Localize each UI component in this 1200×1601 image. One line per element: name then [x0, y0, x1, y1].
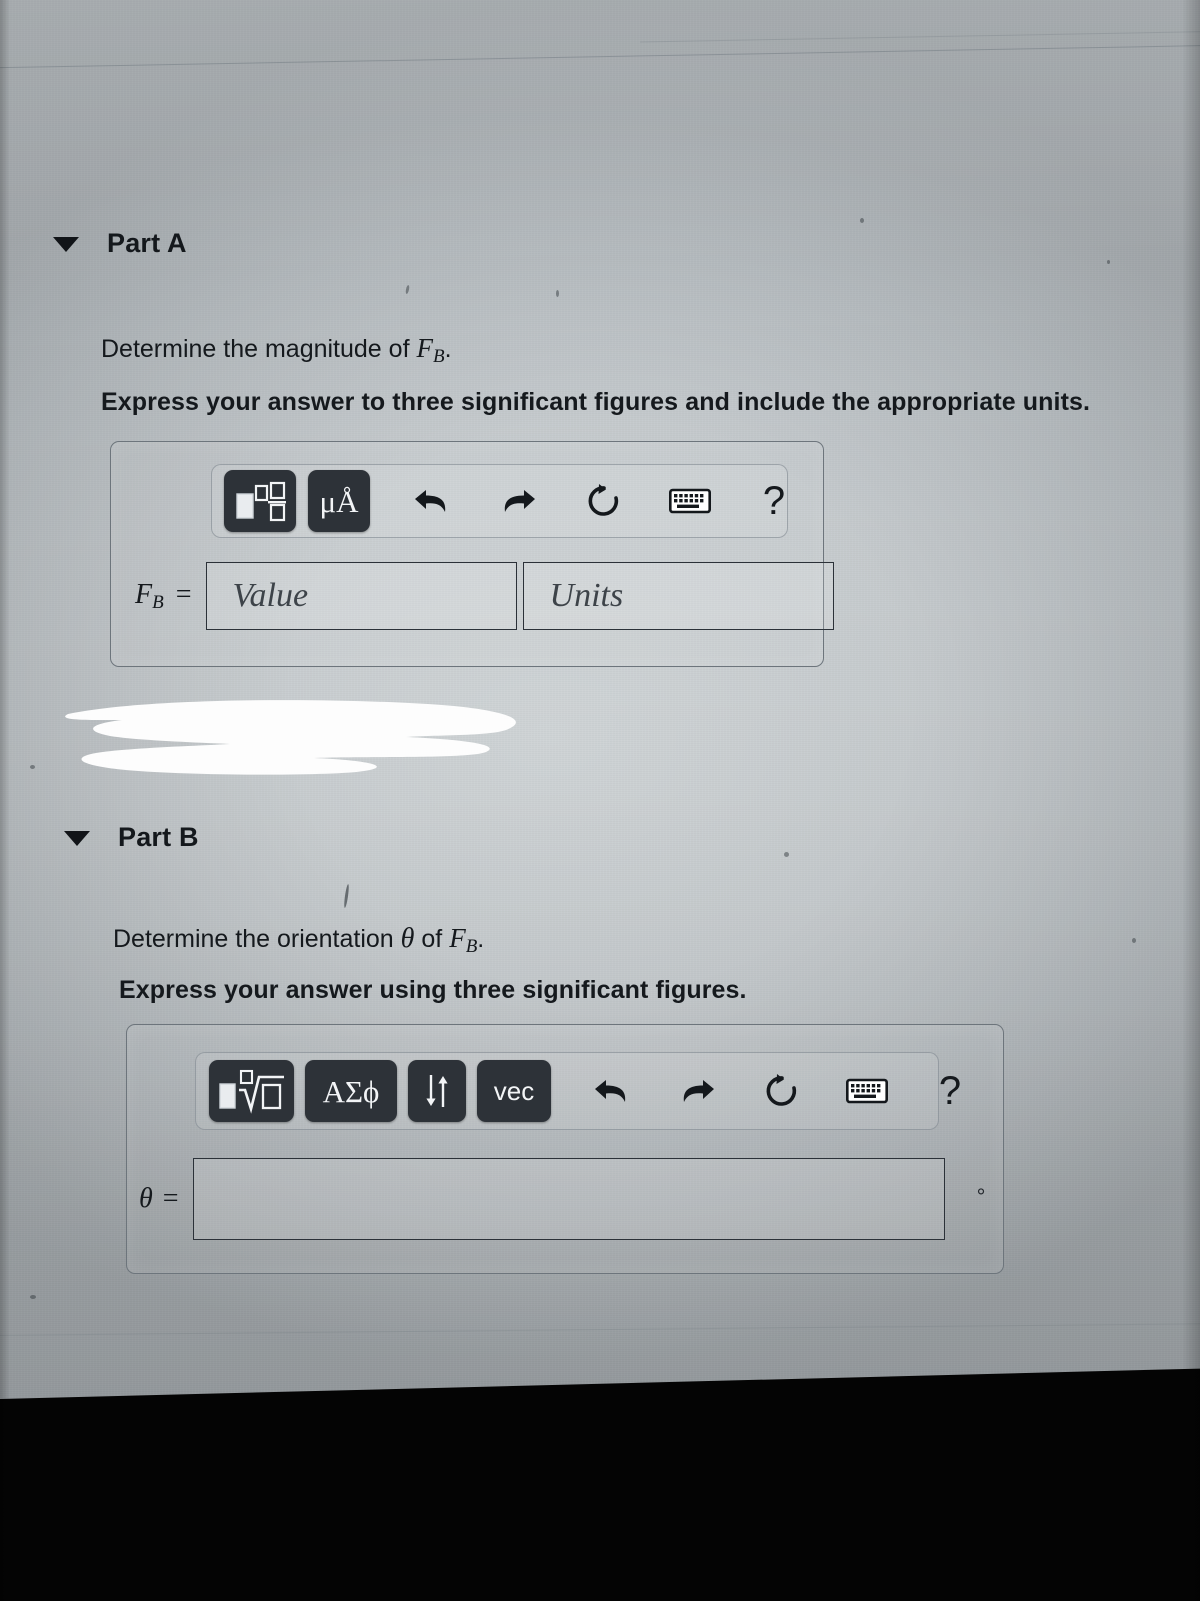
- units-placeholder: Units: [549, 577, 624, 614]
- part-a-header[interactable]: Part A: [53, 228, 187, 259]
- part-b-toolbar: ΑΣϕ vec ?: [195, 1052, 961, 1130]
- photo-speck: [860, 218, 864, 223]
- part-a-field-label: FB =: [135, 578, 192, 613]
- screen-seam-line: [0, 44, 1200, 69]
- greek-symbols-button[interactable]: ΑΣϕ: [305, 1060, 397, 1122]
- theta-input[interactable]: [192, 1158, 945, 1240]
- keyboard-icon[interactable]: [662, 473, 718, 529]
- up-down-arrows-icon: [426, 1075, 448, 1107]
- photo-speck: [1107, 260, 1110, 264]
- theta-symbol: θ: [400, 923, 415, 954]
- part-a-field-row: FB = Value Units: [135, 562, 834, 630]
- photo-speck: [556, 290, 559, 297]
- photo-speck: [30, 1295, 36, 1299]
- triangle-down-icon[interactable]: [64, 831, 90, 846]
- help-icon-label: ?: [938, 1069, 962, 1113]
- math-template-button[interactable]: [224, 470, 296, 532]
- greek-letters-icon: ΑΣϕ: [322, 1073, 380, 1109]
- part-b-question-middle: of: [414, 925, 450, 953]
- white-correction-brush-stroke: [65, 700, 516, 775]
- part-b-question: Determine the orientation θ of FB.: [113, 923, 484, 958]
- triangle-down-icon[interactable]: [53, 237, 79, 252]
- degree-unit-label: °: [976, 1184, 986, 1209]
- units-button[interactable]: μÅ: [308, 470, 370, 532]
- screen-seam-line: [0, 1323, 1200, 1336]
- part-a-instruction: Express your answer to three significant…: [101, 388, 1091, 416]
- math-template-button[interactable]: [209, 1060, 294, 1122]
- photo-speck: [784, 852, 789, 857]
- part-a-toolbar: μÅ ?: [211, 464, 788, 538]
- keyboard-icon[interactable]: [839, 1063, 895, 1119]
- help-icon[interactable]: ?: [750, 473, 798, 529]
- undo-icon[interactable]: [584, 1063, 640, 1119]
- screenshot-root: Part A Determine the magnitude of FB. Ex…: [0, 0, 1200, 1601]
- part-b-header[interactable]: Part B: [64, 822, 199, 853]
- part-b-question-prefix: Determine the orientation: [113, 925, 401, 953]
- part-a-title: Part A: [107, 228, 187, 258]
- part-b-question-suffix: .: [477, 925, 485, 953]
- part-b-title: Part B: [118, 822, 199, 852]
- part-a-question: Determine the magnitude of FB.: [101, 333, 452, 368]
- help-icon[interactable]: ?: [926, 1063, 974, 1119]
- arrows-button[interactable]: [408, 1060, 466, 1122]
- value-input[interactable]: Value: [205, 562, 517, 630]
- value-placeholder: Value: [232, 577, 309, 614]
- photo-left-edge-shadow: [0, 0, 10, 1601]
- part-a-answer-card: μÅ ? FB = Value Units: [110, 441, 834, 667]
- screen-seam-line: [640, 30, 1200, 43]
- pen-mark: [343, 883, 350, 909]
- part-a-question-suffix: .: [444, 335, 452, 363]
- screen-bezel-band: [0, 1367, 1200, 1601]
- part-b-answer-card: ΑΣϕ vec ? θ = °: [126, 1024, 1004, 1274]
- units-input[interactable]: Units: [522, 562, 834, 630]
- redo-icon[interactable]: [669, 1063, 725, 1119]
- vector-button[interactable]: vec: [477, 1060, 551, 1122]
- reset-icon[interactable]: [576, 473, 632, 529]
- part-a-question-prefix: Determine the magnitude of: [101, 335, 417, 363]
- photo-right-edge-shadow: [1182, 0, 1200, 1601]
- vector-icon: vec: [493, 1076, 535, 1106]
- part-b-field-label: θ =: [139, 1183, 179, 1214]
- nth-root-template-icon: [218, 1069, 284, 1114]
- reset-icon[interactable]: [754, 1063, 810, 1119]
- photo-speck: [405, 284, 410, 295]
- part-b-instruction: Express your answer using three signific…: [119, 976, 747, 1004]
- photo-speck: [1132, 938, 1136, 943]
- help-icon-label: ?: [762, 479, 786, 523]
- superscript-fraction-template-icon: [236, 481, 286, 522]
- force-b-symbol: FB: [416, 333, 445, 367]
- force-b-symbol: FB: [449, 923, 478, 957]
- undo-icon[interactable]: [404, 473, 460, 529]
- photo-speck: [30, 765, 35, 769]
- micro-angstrom-icon: μÅ: [319, 483, 359, 519]
- part-b-field-row: θ = °: [139, 1158, 985, 1240]
- redo-icon[interactable]: [490, 473, 546, 529]
